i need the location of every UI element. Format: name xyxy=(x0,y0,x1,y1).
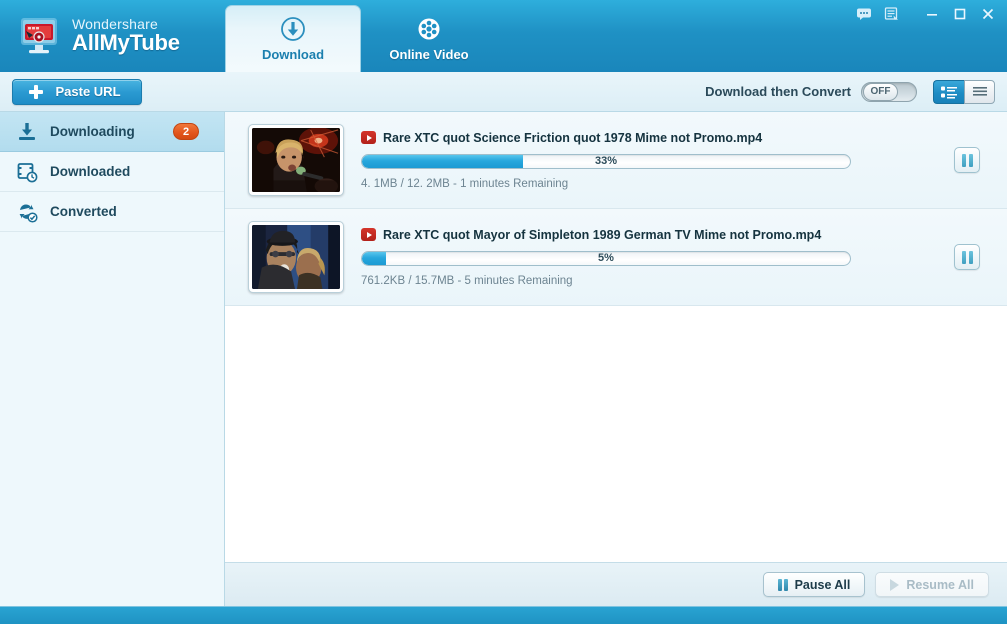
progress-bar: 33% xyxy=(361,153,851,169)
minimize-icon[interactable] xyxy=(919,3,945,25)
video-thumbnail xyxy=(248,221,344,293)
download-then-convert-label: Download then Convert xyxy=(705,84,851,99)
pause-icon-bar-right xyxy=(968,153,973,167)
status-bar xyxy=(0,606,1007,624)
register-list-icon[interactable] xyxy=(879,3,905,25)
maximize-icon[interactable] xyxy=(947,3,973,25)
sidebar-item-downloaded-label: Downloaded xyxy=(50,164,131,179)
download-title: Rare XTC quot Science Friction quot 1978… xyxy=(361,131,938,145)
pause-button[interactable] xyxy=(954,244,980,270)
table-row[interactable]: Rare XTC quot Science Friction quot 1978… xyxy=(225,112,1007,209)
film-clock-icon xyxy=(16,161,38,183)
download-circle-icon xyxy=(280,16,306,42)
pause-all-label: Pause All xyxy=(794,577,851,592)
brand-subtitle: Wondershare xyxy=(72,15,158,32)
youtube-play-icon xyxy=(361,131,376,144)
window-controls xyxy=(851,3,1001,25)
chat-bubble-icon[interactable] xyxy=(851,3,877,25)
toolbar-right-group: Download then Convert OFF xyxy=(705,79,1007,104)
tab-download[interactable]: Download xyxy=(225,5,361,72)
paste-url-label: Paste URL xyxy=(55,84,121,99)
tab-online-video-label: Online Video xyxy=(389,47,469,62)
hat-singer-thumbnail xyxy=(252,225,340,289)
toolbar: Paste URL Download then Convert OFF xyxy=(0,72,1007,112)
action-bar: Pause All Resume All xyxy=(225,562,1007,606)
download-info: Rare XTC quot Mayor of Simpleton 1989 Ge… xyxy=(344,228,954,287)
progress-percent-label: 5% xyxy=(598,252,614,264)
video-thumbnail xyxy=(248,124,344,196)
close-icon[interactable] xyxy=(975,3,1001,25)
table-row[interactable]: Rare XTC quot Mayor of Simpleton 1989 Ge… xyxy=(225,209,1007,306)
view-mode-group xyxy=(933,79,995,104)
detail-view-icon[interactable] xyxy=(933,79,964,104)
downloading-count-badge: 2 xyxy=(173,123,199,140)
pause-all-button[interactable]: Pause All xyxy=(763,572,866,597)
main-content: Rare XTC quot Science Friction quot 1978… xyxy=(225,112,1007,606)
youtube-play-icon xyxy=(361,228,376,241)
tab-online-video[interactable]: Online Video xyxy=(361,6,497,72)
app-window: Wondershare AllMyTube Download Online Vi… xyxy=(0,0,1007,624)
monitor-video-icon xyxy=(16,13,62,59)
sidebar-item-downloading[interactable]: Downloading 2 xyxy=(0,112,224,152)
download-then-convert-toggle[interactable]: OFF xyxy=(861,81,917,102)
sidebar-item-converted[interactable]: Converted xyxy=(0,192,224,232)
list-view-icon[interactable] xyxy=(964,79,995,104)
download-info: Rare XTC quot Science Friction quot 1978… xyxy=(344,131,954,190)
resume-all-label: Resume All xyxy=(906,577,974,592)
pause-icon-bar-right xyxy=(968,250,973,264)
pause-icon xyxy=(778,578,788,591)
film-reel-icon xyxy=(416,16,442,42)
concert-singer-thumbnail xyxy=(252,128,340,192)
progress-bar: 5% xyxy=(361,250,851,266)
download-status-text: 4. 1MB / 12. 2MB - 1 minutes Remaining xyxy=(361,177,569,190)
download-arrow-icon xyxy=(16,121,38,143)
download-title-text: Rare XTC quot Science Friction quot 1978… xyxy=(383,130,763,145)
pause-button[interactable] xyxy=(954,147,980,173)
app-header: Wondershare AllMyTube Download Online Vi… xyxy=(0,0,1007,72)
plus-icon xyxy=(29,84,44,99)
download-list: Rare XTC quot Science Friction quot 1978… xyxy=(225,112,1007,562)
brand: Wondershare AllMyTube xyxy=(0,0,225,72)
app-body: Downloading 2 Downloaded Converted Rare … xyxy=(0,112,1007,606)
progress-percent-label: 33% xyxy=(594,155,618,167)
resume-all-button[interactable]: Resume All xyxy=(875,572,989,597)
main-tabs: Download Online Video xyxy=(225,0,497,72)
play-icon xyxy=(890,578,900,591)
sidebar-item-downloading-label: Downloading xyxy=(50,124,135,139)
sidebar-item-converted-label: Converted xyxy=(50,204,117,219)
paste-url-button[interactable]: Paste URL xyxy=(12,78,142,105)
sidebar-item-downloaded[interactable]: Downloaded xyxy=(0,152,224,192)
brand-title: AllMyTube xyxy=(72,29,180,55)
download-title: Rare XTC quot Mayor of Simpleton 1989 Ge… xyxy=(361,228,938,242)
convert-check-icon xyxy=(16,201,38,223)
pause-icon-bar-left xyxy=(961,250,966,264)
download-status-text: 761.2KB / 15.7MB - 5 minutes Remaining xyxy=(361,274,573,287)
pause-icon-bar-left xyxy=(961,153,966,167)
download-title-text: Rare XTC quot Mayor of Simpleton 1989 Ge… xyxy=(383,227,822,242)
sidebar: Downloading 2 Downloaded Converted xyxy=(0,112,225,606)
toggle-state-label: OFF xyxy=(863,82,898,101)
tab-download-label: Download xyxy=(261,47,325,62)
